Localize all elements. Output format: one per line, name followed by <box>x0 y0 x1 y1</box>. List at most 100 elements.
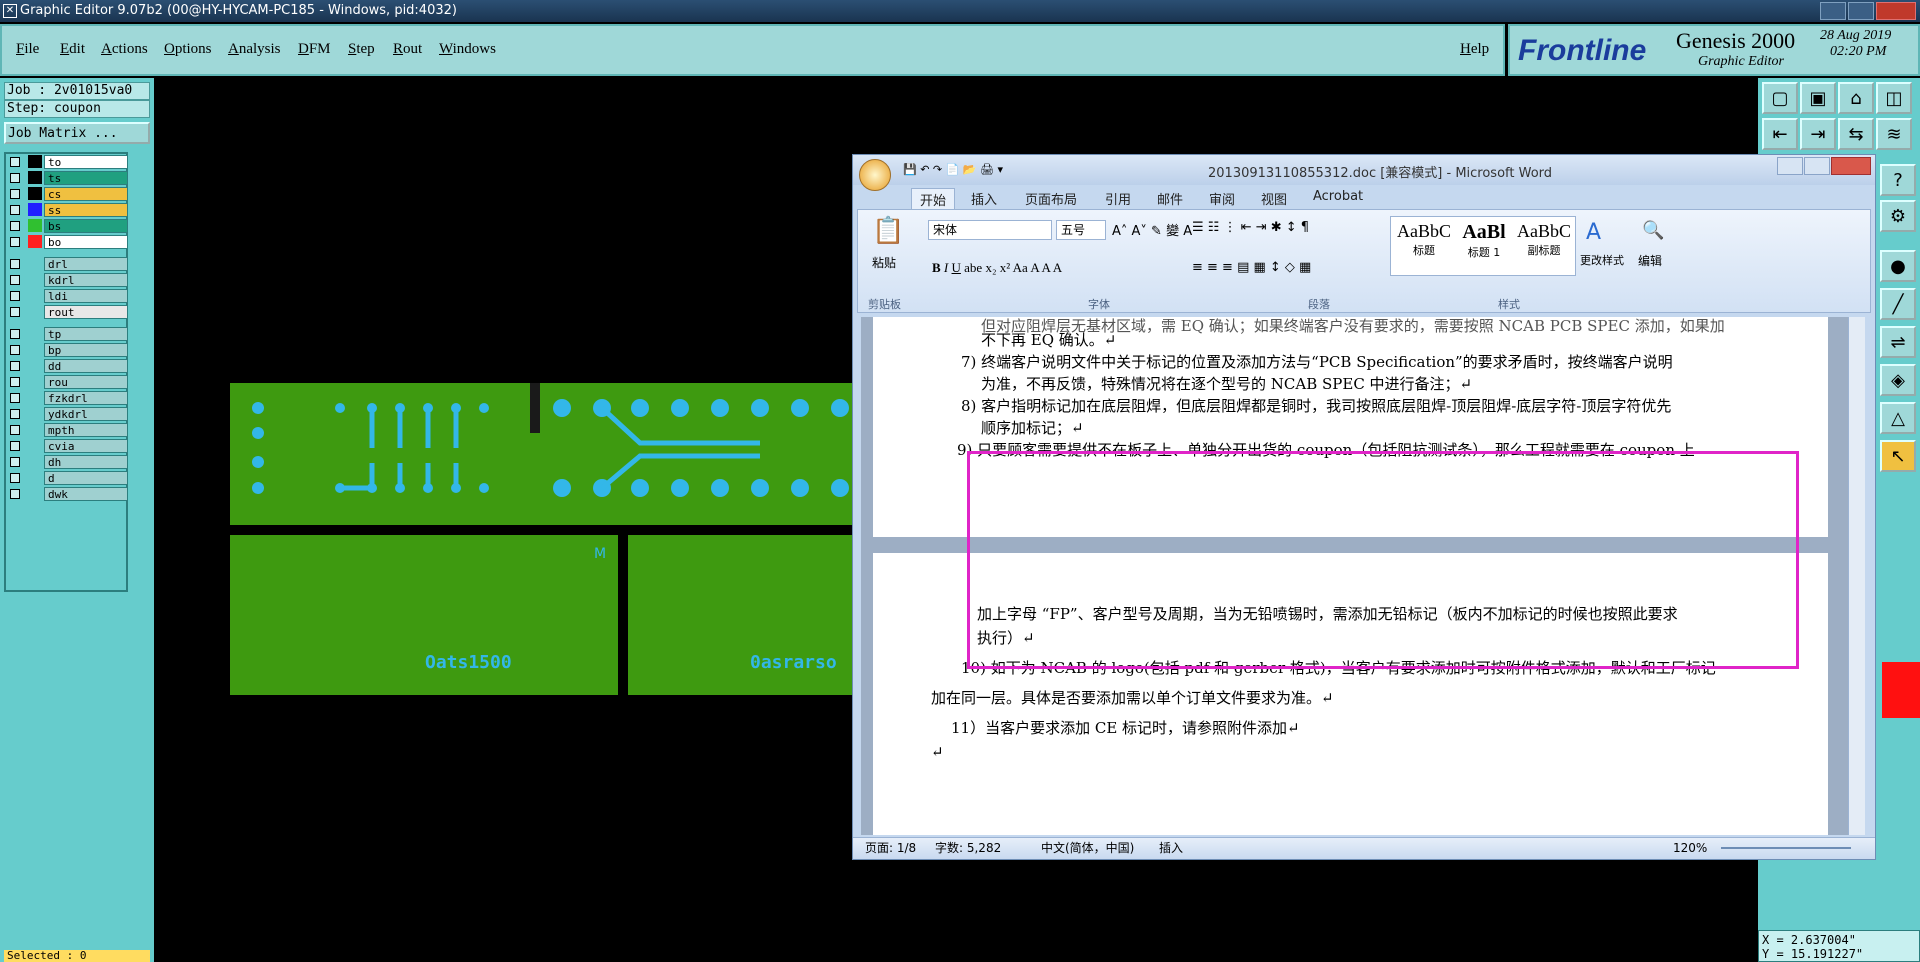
layer-row[interactable]: ss <box>6 202 128 218</box>
layer-checkbox[interactable] <box>10 189 20 199</box>
vertical-scrollbar[interactable] <box>1848 317 1865 835</box>
paste-label[interactable]: 粘贴 <box>872 254 896 271</box>
menu-actions[interactable]: Actions <box>101 41 148 58</box>
list-icons[interactable]: ☰ ☷ ⋮ ⇤ ⇥ ✱ ↕ ¶ <box>1192 220 1309 235</box>
layer-color-swatch[interactable] <box>28 203 42 216</box>
layer-checkbox[interactable] <box>10 473 20 483</box>
status-words[interactable]: 字数: 5,282 <box>935 838 1001 858</box>
menu-edit[interactable]: Edit <box>60 41 85 58</box>
toolbar-button-7[interactable]: ⇆ <box>1838 118 1874 150</box>
menu-analysis[interactable]: Analysis <box>228 41 281 58</box>
toolbar-button-6[interactable]: ⇥ <box>1800 118 1836 150</box>
layer-checkbox[interactable] <box>10 307 20 317</box>
flow-tool-button[interactable]: ⇌ <box>1880 326 1916 358</box>
menu-rout[interactable]: Rout <box>393 41 422 58</box>
home-button[interactable]: ⌂ <box>1838 82 1874 114</box>
help-button[interactable]: ? <box>1880 164 1916 196</box>
font-format-icons[interactable]: B I U abe x₂ x² Aa A A A <box>932 260 1062 276</box>
layer-row[interactable]: ydkdrl <box>6 406 128 422</box>
layer-row[interactable]: dh <box>6 454 128 470</box>
layer-row[interactable]: rou <box>6 374 128 390</box>
dot-tool-button[interactable]: ● <box>1880 250 1916 282</box>
layer-checkbox[interactable] <box>10 377 20 387</box>
layer-checkbox[interactable] <box>10 221 20 231</box>
line-tool-button[interactable]: ╱ <box>1880 288 1916 320</box>
menu-help[interactable]: Help <box>1460 41 1489 58</box>
paste-icon[interactable]: 📋 <box>872 216 904 246</box>
menu-file[interactable]: File <box>16 41 39 58</box>
layer-row[interactable]: kdrl <box>6 272 128 288</box>
word-window[interactable]: 💾 ↶ ↷ 📄 📂 🖨 ▾ 20130913110855312.doc [兼容模… <box>852 154 1876 860</box>
word-maximize-button[interactable] <box>1804 157 1830 175</box>
word-minimize-button[interactable] <box>1777 157 1803 175</box>
shape-tool-button[interactable]: ◈ <box>1880 364 1916 396</box>
menu-options[interactable]: Options <box>164 41 212 58</box>
layer-row[interactable]: cvia <box>6 438 128 454</box>
measure-tool-button[interactable]: △ <box>1880 402 1916 434</box>
layer-checkbox[interactable] <box>10 425 20 435</box>
layer-checkbox[interactable] <box>10 259 20 269</box>
status-language[interactable]: 中文(简体，中国) <box>1041 838 1134 858</box>
tab-review[interactable]: 审阅 <box>1209 189 1235 208</box>
layer-checkbox[interactable] <box>10 205 20 215</box>
layer-checkbox[interactable] <box>10 275 20 285</box>
layer-row[interactable]: to <box>6 154 128 170</box>
style-subtitle[interactable]: AaBbC 副标题 <box>1515 221 1573 258</box>
change-styles-label[interactable]: 更改样式 <box>1580 252 1624 268</box>
layer-checkbox[interactable] <box>10 457 20 467</box>
close-button[interactable] <box>1876 2 1916 20</box>
quick-access-icons[interactable]: 💾 ↶ ↷ 📄 📂 🖨 ▾ <box>903 163 1003 176</box>
change-styles-icon[interactable]: A <box>1586 220 1601 245</box>
menu-windows[interactable]: Windows <box>439 41 496 58</box>
layer-row[interactable]: bp <box>6 342 128 358</box>
layer-color-swatch[interactable] <box>28 219 42 232</box>
tab-home[interactable]: 开始 <box>911 188 956 211</box>
toolbar-button-1[interactable]: ▢ <box>1762 82 1798 114</box>
layer-checkbox[interactable] <box>10 441 20 451</box>
layer-row[interactable]: bo <box>6 234 128 250</box>
group-editing[interactable]: 编辑 <box>1638 252 1662 269</box>
layer-color-swatch[interactable] <box>28 171 42 184</box>
layer-checkbox[interactable] <box>10 291 20 301</box>
layer-row[interactable]: drl <box>6 256 128 272</box>
layer-checkbox[interactable] <box>10 409 20 419</box>
find-icon[interactable]: 🔍 <box>1642 220 1664 241</box>
status-page[interactable]: 页面: 1/8 <box>865 838 916 858</box>
layer-color-swatch[interactable] <box>28 155 42 168</box>
maximize-button[interactable] <box>1848 2 1874 20</box>
layer-row[interactable]: fzkdrl <box>6 390 128 406</box>
word-close-button[interactable] <box>1831 157 1871 175</box>
layer-row[interactable]: ldi <box>6 288 128 304</box>
tab-page-layout[interactable]: 页面布局 <box>1025 189 1077 208</box>
toolbar-button-5[interactable]: ⇤ <box>1762 118 1798 150</box>
zoom-slider[interactable] <box>1721 847 1851 849</box>
layer-checkbox[interactable] <box>10 157 20 167</box>
layer-row[interactable]: bs <box>6 218 128 234</box>
layer-color-swatch[interactable] <box>28 187 42 200</box>
layer-checkbox[interactable] <box>10 329 20 339</box>
layer-checkbox[interactable] <box>10 361 20 371</box>
layer-checkbox[interactable] <box>10 345 20 355</box>
font-size-select[interactable]: 五号 <box>1056 220 1106 240</box>
layer-row[interactable]: dd <box>6 358 128 374</box>
document-area[interactable]: 但对应阻焊层无基材区域，需 EQ 确认；如果终端客户没有要求的，需要按照 NCA… <box>861 317 1865 835</box>
menu-step[interactable]: Step <box>348 41 375 58</box>
tab-acrobat[interactable]: Acrobat <box>1313 189 1363 204</box>
layer-row[interactable]: tp <box>6 326 128 342</box>
menu-dfm[interactable]: DFM <box>298 41 331 58</box>
align-icons[interactable]: ≡ ≡ ≡ ▤ ▦ ↕ ◇ ▦ <box>1192 260 1311 275</box>
minimize-button[interactable] <box>1820 2 1846 20</box>
toolbar-button-4[interactable]: ◫ <box>1876 82 1912 114</box>
layer-row[interactable]: d <box>6 470 128 486</box>
tab-references[interactable]: 引用 <box>1105 189 1131 208</box>
toolbar-button-2[interactable]: ▣ <box>1800 82 1836 114</box>
tab-view[interactable]: 视图 <box>1261 189 1287 208</box>
layer-row[interactable]: dwk <box>6 486 128 502</box>
layer-row[interactable]: ts <box>6 170 128 186</box>
job-matrix-button[interactable]: Job Matrix ... <box>4 122 150 144</box>
pointer-tool-button[interactable]: ↖ <box>1880 440 1916 472</box>
layer-checkbox[interactable] <box>10 393 20 403</box>
layer-row[interactable]: cs <box>6 186 128 202</box>
style-title[interactable]: AaBbC 标题 <box>1395 221 1453 258</box>
tab-mailings[interactable]: 邮件 <box>1157 189 1183 208</box>
